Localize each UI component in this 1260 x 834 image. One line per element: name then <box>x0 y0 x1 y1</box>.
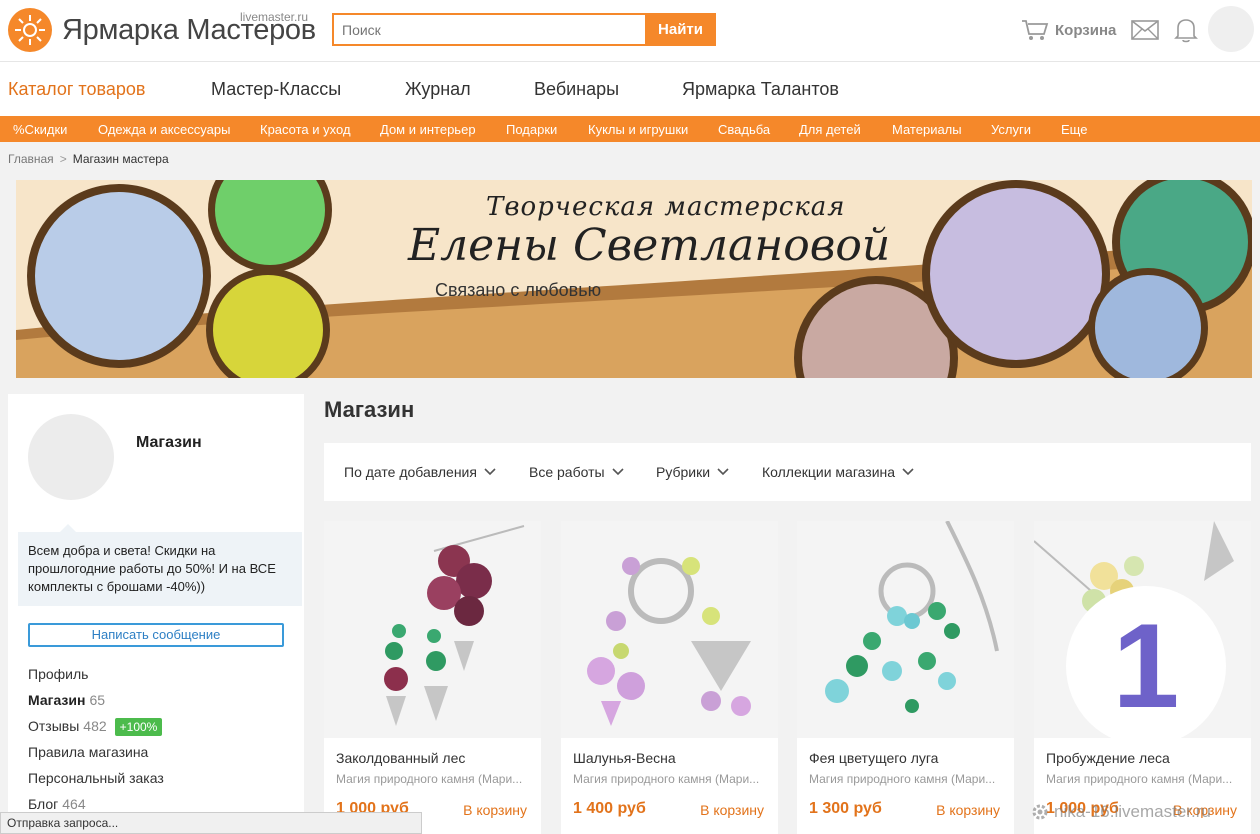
search-bar: Найти <box>332 13 716 46</box>
sidebar-item-label: Правила магазина <box>28 744 149 760</box>
logo-domain: livemaster.ru <box>240 10 309 24</box>
product-title[interactable]: Шалунья-Весна <box>573 750 676 766</box>
product-card[interactable]: Заколдованный лес Магия природного камня… <box>324 521 541 834</box>
product-image[interactable] <box>561 521 778 738</box>
product-collection[interactable]: Магия природного камня (Мари... <box>809 772 1004 786</box>
breadcrumb-current: Магазин мастера <box>72 152 169 166</box>
filter-bar: По дате добавления Все работы Рубрики Ко… <box>324 443 1251 501</box>
category-more[interactable]: Еще <box>1061 122 1087 137</box>
filter-label: Рубрики <box>656 464 711 480</box>
cart-icon <box>1022 20 1049 40</box>
product-image[interactable] <box>797 521 1014 738</box>
shop-avatar[interactable] <box>28 414 114 500</box>
product-collection[interactable]: Магия природного камня (Мари... <box>336 772 531 786</box>
category-kids[interactable]: Для детей <box>799 122 861 137</box>
banner-title-line2: Елены Светлановой <box>408 220 891 271</box>
search-input[interactable] <box>332 13 645 46</box>
chevron-down-icon <box>717 468 729 476</box>
nav-talents[interactable]: Ярмарка Талантов <box>682 79 839 100</box>
breadcrumb: Главная > Магазин мастера <box>8 152 169 166</box>
cart-link[interactable]: Корзина <box>1021 18 1116 42</box>
sidebar-item-custom-order[interactable]: Персональный заказ <box>28 770 164 786</box>
product-title[interactable]: Фея цветущего луга <box>809 750 938 766</box>
sidebar-item-blog[interactable]: Блог 464 <box>28 796 86 812</box>
shop-announcement: Всем добра и света! Скидки на прошлогодн… <box>18 524 302 606</box>
user-avatar[interactable] <box>1208 6 1254 52</box>
breadcrumb-separator: > <box>59 152 67 166</box>
filter-all-works[interactable]: Все работы <box>529 464 624 480</box>
filter-collections[interactable]: Коллекции магазина <box>762 464 914 480</box>
cart-label: Корзина <box>1055 21 1117 39</box>
search-button[interactable]: Найти <box>645 13 716 46</box>
product-title[interactable]: Заколдованный лес <box>336 750 465 766</box>
category-bar: %Скидки Одежда и аксессуары Красота и ух… <box>0 116 1260 142</box>
banner-tagline: Связано с любовью <box>435 280 602 300</box>
product-title[interactable]: Пробуждение леса <box>1046 750 1170 766</box>
nav-journal[interactable]: Журнал <box>405 79 471 100</box>
nav-webinars[interactable]: Вебинары <box>534 79 619 100</box>
add-to-cart-button[interactable]: В корзину <box>936 802 1000 818</box>
watermark-text: nika-16.livemaster.ru <box>1054 802 1211 821</box>
page-title: Магазин <box>324 397 415 422</box>
sidebar-item-label: Магазин <box>28 692 86 708</box>
sidebar-item-rules[interactable]: Правила магазина <box>28 744 148 760</box>
category-beauty[interactable]: Красота и уход <box>260 122 351 137</box>
sidebar-item-label: Блог <box>28 796 59 812</box>
chevron-down-icon <box>484 468 496 476</box>
sidebar-item-count: 464 <box>62 796 86 812</box>
write-message-button[interactable]: Написать сообщение <box>28 623 284 647</box>
shop-sidebar: Магазин Всем добра и света! Скидки на пр… <box>8 394 304 834</box>
overlay-number: 1 <box>1112 599 1180 733</box>
filter-label: Коллекции магазина <box>762 464 896 480</box>
product-collection[interactable]: Магия природного камня (Мари... <box>1046 772 1241 786</box>
sidebar-title: Магазин <box>136 434 202 451</box>
browser-status-bar: Отправка запроса... <box>0 812 422 834</box>
mail-icon[interactable] <box>1131 20 1159 40</box>
sidebar-item-reviews[interactable]: Отзывы 482 +100% <box>28 718 163 736</box>
sidebar-item-label: Персональный заказ <box>28 770 164 786</box>
chevron-down-icon <box>611 468 624 476</box>
filter-sort-date[interactable]: По дате добавления <box>344 464 496 480</box>
sidebar-item-shop[interactable]: Магазин 65 <box>28 692 105 708</box>
nav-master-classes[interactable]: Мастер-Классы <box>211 79 341 100</box>
product-card[interactable]: Шалунья-Весна Магия природного камня (Ма… <box>561 521 778 834</box>
category-materials[interactable]: Материалы <box>892 122 962 137</box>
product-collection[interactable]: Магия природного камня (Мари... <box>573 772 768 786</box>
product-image[interactable] <box>324 521 541 738</box>
filter-label: По дате добавления <box>344 464 477 480</box>
filter-label: Все работы <box>529 464 605 480</box>
product-price: 1 300 руб <box>809 800 882 817</box>
watermark: nika-16.livemaster.ru <box>1030 802 1211 822</box>
add-to-cart-button[interactable]: В корзину <box>700 802 764 818</box>
sidebar-item-label: Отзывы <box>28 718 80 734</box>
gear-icon <box>1032 804 1048 820</box>
category-gifts[interactable]: Подарки <box>506 122 557 137</box>
sidebar-item-profile[interactable]: Профиль <box>28 666 88 682</box>
rating-badge: +100% <box>114 718 163 736</box>
chevron-down-icon <box>902 468 914 476</box>
category-home[interactable]: Дом и интерьер <box>380 122 476 137</box>
top-bar: Ярмарка Мастеров livemaster.ru Найти Кор… <box>0 0 1260 62</box>
shop-banner: Творческая мастерская Елены Светлановой … <box>16 180 1252 378</box>
nav-catalog[interactable]: Каталог товаров <box>8 79 145 100</box>
add-to-cart-button[interactable]: В корзину <box>463 802 527 818</box>
bell-icon[interactable] <box>1174 17 1198 43</box>
main-nav: Каталог товаров Мастер-Классы Журнал Веб… <box>0 62 1260 116</box>
number-overlay: 1 <box>1066 586 1226 746</box>
category-dolls[interactable]: Куклы и игрушки <box>588 122 688 137</box>
banner-title-line1: Творческая мастерская <box>486 192 846 222</box>
filter-rubrics[interactable]: Рубрики <box>656 464 729 480</box>
category-clothing[interactable]: Одежда и аксессуары <box>98 122 230 137</box>
category-wedding[interactable]: Свадьба <box>718 122 770 137</box>
sidebar-item-label: Профиль <box>28 666 89 682</box>
breadcrumb-home[interactable]: Главная <box>8 152 54 166</box>
sun-logo-icon <box>8 8 52 52</box>
sidebar-item-count: 65 <box>89 692 106 708</box>
product-card[interactable]: Фея цветущего луга Магия природного камн… <box>797 521 1014 834</box>
category-sale[interactable]: %Скидки <box>13 122 67 137</box>
product-price: 1 400 руб <box>573 800 646 817</box>
sidebar-item-count: 482 <box>83 718 107 734</box>
category-services[interactable]: Услуги <box>991 122 1031 137</box>
